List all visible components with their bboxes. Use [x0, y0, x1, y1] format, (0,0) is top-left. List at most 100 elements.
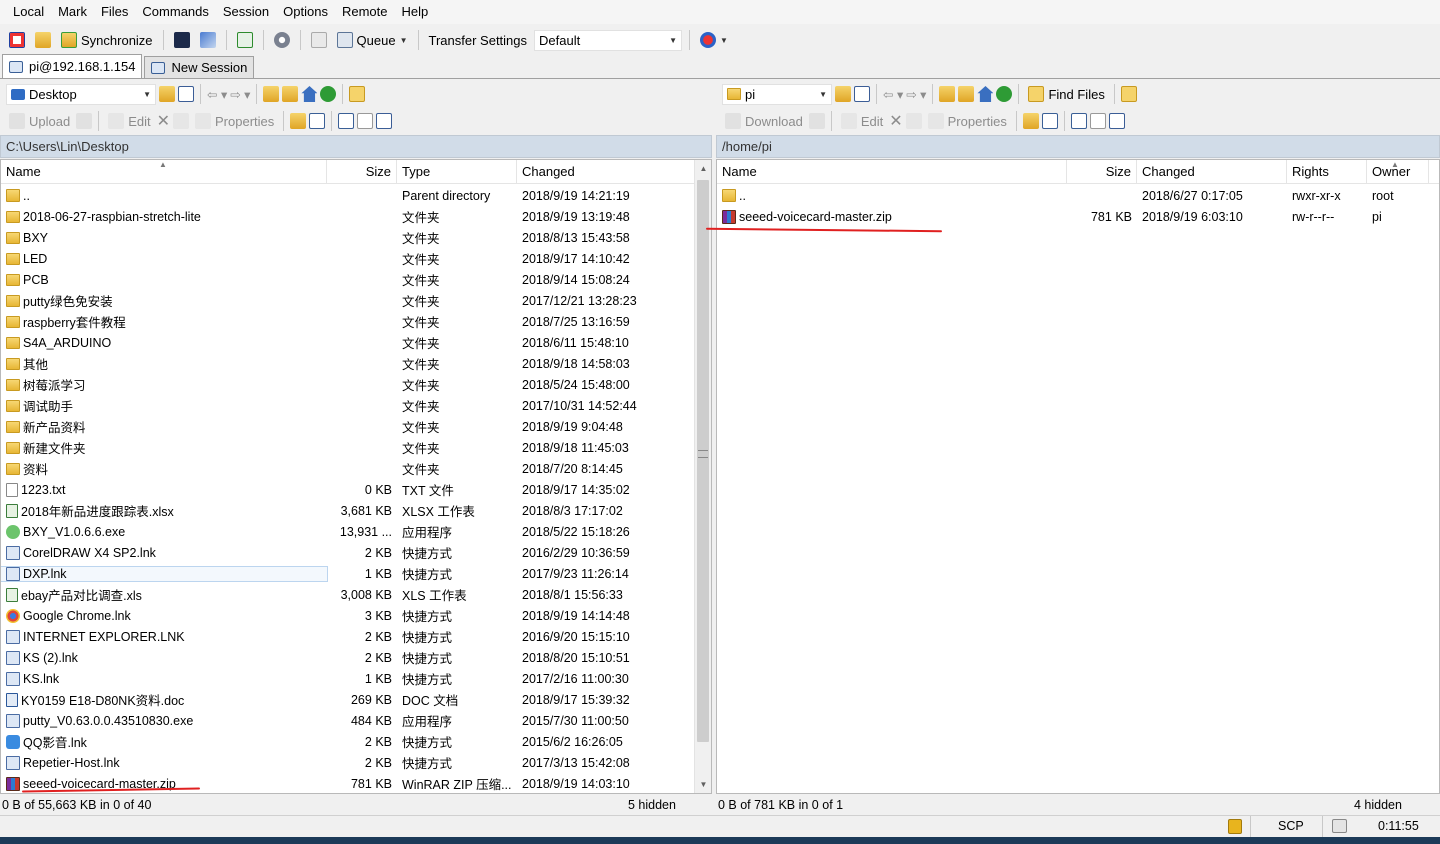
column-size[interactable]: Size: [1067, 160, 1137, 184]
table-row[interactable]: .. 2018/6/27 0:17:05 rwxr-xr-x root: [717, 185, 1439, 206]
edit-button[interactable]: Edit: [838, 109, 886, 133]
menu-files[interactable]: Files: [94, 0, 135, 24]
table-row[interactable]: putty绿色免安装 文件夹 2017/12/21 13:28:23: [1, 290, 711, 311]
remote-file-list[interactable]: Name Size Changed Rights Owner ▲ .. 2018/6…: [716, 159, 1440, 794]
delete-icon[interactable]: ✕: [157, 111, 170, 131]
table-row[interactable]: putty_V0.63.0.0.43510830.exe 484 KB 应用程序 20…: [1, 710, 711, 731]
table-row[interactable]: Google Chrome.lnk 3 KB 快捷方式 2018/9/19 14:14…: [1, 605, 711, 626]
upload-options-icon[interactable]: [76, 113, 93, 129]
column-changed[interactable]: Changed: [517, 160, 695, 184]
forward-arrow-icon[interactable]: ⇨ ▾: [906, 87, 926, 102]
table-row[interactable]: 2018年新品进度跟踪表.xlsx 3,681 KB XLSX 工作表 2018/8/…: [1, 500, 711, 521]
parent-dir-icon[interactable]: [939, 86, 956, 102]
table-row[interactable]: INTERNET EXPLORER.LNK 2 KB 快捷方式 2016/9/20 1…: [1, 626, 711, 647]
table-row[interactable]: 新产品资料 文件夹 2018/9/19 9:04:48: [1, 416, 711, 437]
rename-icon[interactable]: [173, 113, 190, 129]
column-owner[interactable]: Owner ▲: [1367, 160, 1429, 184]
table-row[interactable]: 调试助手 文件夹 2017/10/31 14:52:44: [1, 395, 711, 416]
menu-help[interactable]: Help: [394, 0, 435, 24]
download-button[interactable]: Download: [722, 109, 806, 133]
select-filter-icon[interactable]: [376, 113, 393, 129]
new-folder-icon[interactable]: [1022, 113, 1039, 129]
table-row[interactable]: KY0159 E18-D80NK资料.doc 269 KB DOC 文档 2018/9…: [1, 689, 711, 710]
menu-remote[interactable]: Remote: [335, 0, 395, 24]
column-name[interactable]: Name: [717, 160, 1067, 184]
synchronize-button[interactable]: Synchronize: [58, 28, 156, 52]
table-row[interactable]: 2018-06-27-raspbian-stretch-lite 文件夹 2018/…: [1, 206, 711, 227]
delete-icon[interactable]: ✕: [889, 111, 902, 131]
table-row[interactable]: QQ影音.lnk 2 KB 快捷方式 2015/6/2 16:26:05: [1, 731, 711, 752]
preferences-button[interactable]: [271, 28, 293, 52]
table-row[interactable]: seeed-voicecard-master.zip 781 KB 2018/9/1…: [717, 206, 1439, 227]
unselect-icon[interactable]: [1089, 113, 1106, 129]
menu-commands[interactable]: Commands: [135, 0, 215, 24]
column-size[interactable]: Size: [327, 160, 397, 184]
refresh-session-button[interactable]: [234, 28, 256, 52]
menu-mark[interactable]: Mark: [51, 0, 94, 24]
edit-button[interactable]: Edit: [105, 109, 153, 133]
table-row[interactable]: ebay产品对比调查.xls 3,008 KB XLS 工作表 2018/8/1 15…: [1, 584, 711, 605]
menu-options[interactable]: Options: [276, 0, 335, 24]
table-row[interactable]: .. Parent directory 2018/9/19 14:21:19: [1, 185, 711, 206]
table-row[interactable]: BXY 文件夹 2018/8/13 15:43:58: [1, 227, 711, 248]
download-options-icon[interactable]: [808, 113, 825, 129]
table-row[interactable]: 1223.txt 0 KB TXT 文件 2018/9/17 14:35:02: [1, 479, 711, 500]
select-filter-icon[interactable]: [1108, 113, 1125, 129]
table-row[interactable]: CorelDRAW X4 SP2.lnk 2 KB 快捷方式 2016/2/29 10…: [1, 542, 711, 563]
menu-session[interactable]: Session: [216, 0, 276, 24]
back-arrow-icon[interactable]: ⇦ ▾: [207, 87, 227, 102]
root-dir-icon[interactable]: [282, 86, 299, 102]
filter-icon[interactable]: [178, 86, 194, 102]
refresh-icon[interactable]: [996, 86, 1013, 102]
local-file-list[interactable]: Name ▲ Size Type Changed .. Parent directo…: [0, 159, 712, 794]
scrollbar-thumb[interactable]: [697, 180, 709, 742]
properties-button[interactable]: Properties: [192, 109, 277, 133]
refresh-icon[interactable]: [320, 86, 337, 102]
select-all-icon[interactable]: [338, 113, 355, 129]
tab-new-session[interactable]: New Session: [144, 56, 255, 78]
new-file-icon[interactable]: [309, 113, 326, 129]
table-row[interactable]: KS.lnk 1 KB 快捷方式 2017/2/16 11:00:30: [1, 668, 711, 689]
select-all-icon[interactable]: [1070, 113, 1087, 129]
local-scrollbar[interactable]: ▲ ▼: [694, 160, 711, 793]
new-file-icon[interactable]: [1041, 113, 1058, 129]
column-changed[interactable]: Changed: [1137, 160, 1287, 184]
parent-dir-icon[interactable]: [263, 86, 280, 102]
queue-list-button[interactable]: [308, 28, 330, 52]
find-files-button[interactable]: Find Files: [1025, 82, 1107, 106]
compare-dirs-button[interactable]: [6, 28, 28, 52]
table-row[interactable]: DXP.lnk 1 KB 快捷方式 2017/9/23 11:26:14: [1, 563, 711, 584]
table-row[interactable]: PCB 文件夹 2018/9/14 15:08:24: [1, 269, 711, 290]
column-type[interactable]: Type: [397, 160, 517, 184]
table-row[interactable]: raspberry套件教程 文件夹 2018/7/25 13:16:59: [1, 311, 711, 332]
properties-button[interactable]: Properties: [925, 109, 1010, 133]
home-icon[interactable]: [977, 86, 994, 102]
table-row[interactable]: 新建文件夹 文件夹 2018/9/18 11:45:03: [1, 437, 711, 458]
table-row[interactable]: BXY_V1.0.6.6.exe 13,931 ... 应用程序 2018/5/22 …: [1, 521, 711, 542]
root-dir-icon[interactable]: [958, 86, 975, 102]
scroll-up-icon[interactable]: ▲: [695, 160, 711, 177]
table-row[interactable]: LED 文件夹 2018/9/17 14:10:42: [1, 248, 711, 269]
column-rights[interactable]: Rights: [1287, 160, 1367, 184]
table-row[interactable]: S4A_ARDUINO 文件夹 2018/6/11 15:48:10: [1, 332, 711, 353]
transfer-preset-select[interactable]: Default ▼: [534, 29, 683, 51]
tab-session-pi[interactable]: pi@192.168.1.154: [2, 54, 143, 78]
upload-button[interactable]: Upload: [6, 109, 73, 133]
open-folder-icon[interactable]: [159, 86, 175, 102]
table-row[interactable]: KS (2).lnk 2 KB 快捷方式 2018/8/20 15:10:51: [1, 647, 711, 668]
scroll-down-icon[interactable]: ▼: [695, 776, 711, 793]
table-row[interactable]: 资料 文件夹 2018/7/20 8:14:45: [1, 458, 711, 479]
filter-icon[interactable]: [854, 86, 870, 102]
transfer-options-button[interactable]: ▼: [697, 28, 731, 52]
open-folder-icon[interactable]: [835, 86, 851, 102]
new-folder-icon[interactable]: [290, 113, 307, 129]
menu-local[interactable]: Local: [6, 0, 51, 24]
table-row[interactable]: 树莓派学习 文件夹 2018/5/24 15:48:00: [1, 374, 711, 395]
remote-location-select[interactable]: pi ▼: [722, 83, 832, 105]
table-row[interactable]: Repetier-Host.lnk 2 KB 快捷方式 2017/3/13 15:42…: [1, 752, 711, 773]
rename-icon[interactable]: [905, 113, 922, 129]
queue-button[interactable]: Queue ▼: [334, 28, 411, 52]
home-icon[interactable]: [301, 86, 318, 102]
keep-up-to-date-button[interactable]: [32, 28, 54, 52]
table-row[interactable]: 其他 文件夹 2018/9/18 14:58:03: [1, 353, 711, 374]
